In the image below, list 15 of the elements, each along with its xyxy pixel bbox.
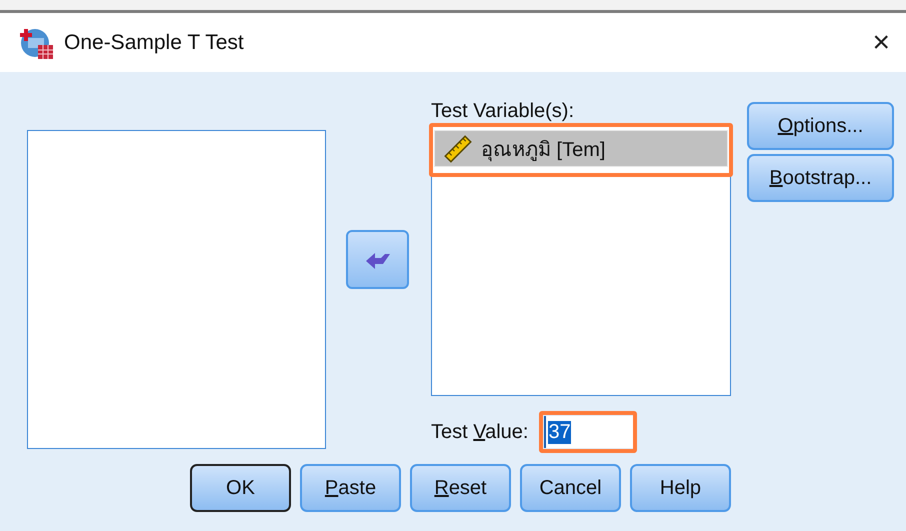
close-button[interactable]: × — [872, 26, 890, 60]
dialog-button[interactable]: Cancel — [520, 464, 621, 512]
dialog-button[interactable]: Help — [630, 464, 731, 512]
dialog-button[interactable]: Bootstrap... — [747, 154, 894, 202]
dialog-button[interactable]: OK — [190, 464, 291, 512]
move-button[interactable] — [346, 230, 409, 289]
dialog-button[interactable]: Reset — [410, 464, 511, 512]
field-label: Test Value: — [431, 420, 528, 444]
test-variable-list[interactable]: อุณหภูมิ [Tem] — [431, 125, 731, 396]
variable-item[interactable]: อุณหภูมิ [Tem] — [434, 130, 728, 167]
window-title: One-Sample T Test — [64, 30, 244, 54]
test-value-field[interactable]: 37 — [544, 416, 634, 448]
dialog-button[interactable]: Paste — [300, 464, 401, 512]
dialog-button[interactable]: Options... — [747, 102, 894, 150]
list-label: Test Variable(s): — [431, 100, 576, 124]
